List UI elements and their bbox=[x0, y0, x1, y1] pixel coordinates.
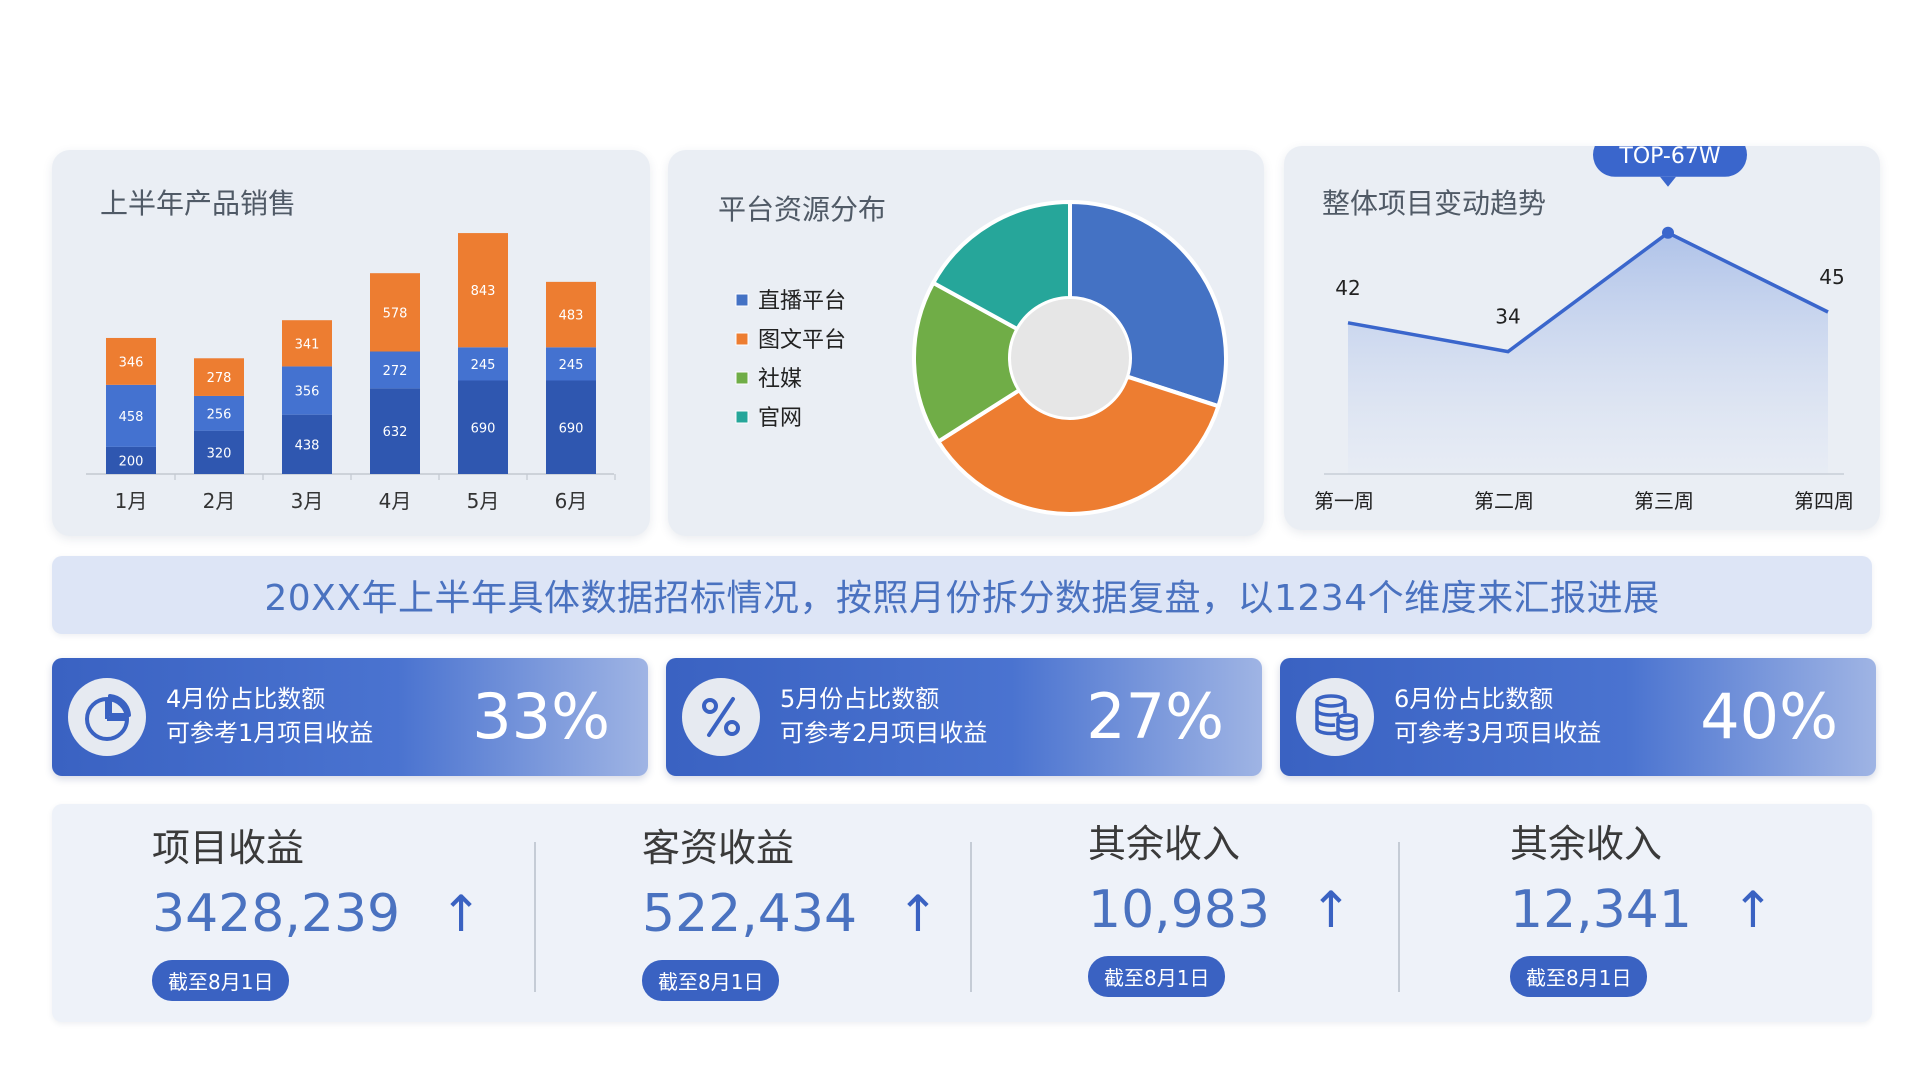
data-label: 34 bbox=[1495, 305, 1520, 329]
trend-card: 整体项目变动趋势 42 34 45 TOP-67W 第一周 第二周 第三周 第四周 bbox=[1284, 146, 1880, 530]
x-tick-label: 第一周 bbox=[1314, 489, 1374, 513]
bar-value-label: 578 bbox=[383, 306, 408, 321]
x-tick-label: 第三周 bbox=[1634, 489, 1694, 513]
x-tick-label: 5月 bbox=[467, 489, 500, 513]
kpi-percent: 27% bbox=[1086, 680, 1224, 753]
metric-label: 其余收入 bbox=[1088, 822, 1241, 866]
x-tick-label: 第二周 bbox=[1474, 489, 1534, 513]
date-badge: 截至8月1日 bbox=[1510, 956, 1648, 997]
legend-swatch bbox=[735, 293, 749, 307]
bar-value-label: 843 bbox=[471, 284, 496, 299]
summary-banner: 20XX年上半年具体数据招标情况，按照月份拆分数据复盘，以1234个维度来汇报进… bbox=[52, 556, 1872, 634]
kpi-line1: 5月份占比数额 bbox=[780, 685, 940, 713]
legend-label: 官网 bbox=[758, 406, 802, 431]
peak-point bbox=[1662, 226, 1674, 239]
x-tick-label: 4月 bbox=[379, 489, 412, 513]
pie-chart-icon bbox=[68, 678, 146, 756]
kpi-card-may: 5月份占比数额 可参考2月项目收益 27% bbox=[666, 658, 1262, 776]
trend-area-chart: 42 34 45 TOP-67W 第一周 第二周 第三周 第四周 bbox=[1314, 146, 1854, 513]
sales-card: 上半年产品销售 200 458 346 1月 320 256 278 2月 438 356 341 3… bbox=[52, 150, 650, 536]
summary-banner-text: 20XX年上半年具体数据招标情况，按照月份拆分数据复盘，以1234个维度来汇报进… bbox=[264, 578, 1660, 619]
bar-value-label: 483 bbox=[559, 309, 584, 324]
legend-label: 社媒 bbox=[758, 367, 802, 392]
legend-label: 图文平台 bbox=[758, 328, 846, 353]
legend-swatch bbox=[735, 371, 749, 385]
date-badge: 截至8月1日 bbox=[1088, 956, 1226, 997]
data-label: 42 bbox=[1335, 276, 1360, 300]
bar-value-label: 278 bbox=[207, 371, 232, 386]
arrow-up-icon: ↑ bbox=[440, 885, 483, 943]
area-fill bbox=[1348, 232, 1828, 474]
callout-label: TOP-67W bbox=[1618, 146, 1720, 169]
sales-bar-chart: 200 458 346 1月 320 256 278 2月 438 356 341 3月 632 272 5… bbox=[86, 233, 616, 513]
bar-value-label: 458 bbox=[119, 410, 144, 425]
bar-value-label: 200 bbox=[119, 454, 144, 469]
x-tick-label: 6月 bbox=[555, 489, 588, 513]
metric-label: 项目收益 bbox=[152, 826, 305, 870]
arrow-up-icon: ↑ bbox=[1731, 881, 1774, 939]
bar-value-label: 245 bbox=[471, 358, 496, 373]
database-icon bbox=[1296, 678, 1374, 756]
legend-swatch bbox=[735, 332, 749, 346]
kpi-percent: 40% bbox=[1700, 680, 1838, 753]
metric-label: 客资收益 bbox=[642, 826, 795, 870]
metric-value: 3428,239 bbox=[152, 884, 401, 944]
metric-value: 522,434 bbox=[642, 884, 858, 944]
bar-value-label: 341 bbox=[295, 337, 320, 352]
metric-client-revenue: 客资收益 522,434 ↑ 截至8月1日 bbox=[642, 826, 939, 1001]
x-tick-label: 3月 bbox=[291, 489, 324, 513]
metric-project-revenue: 项目收益 3428,239 ↑ 截至8月1日 bbox=[152, 826, 482, 1001]
divider bbox=[970, 842, 972, 992]
kpi-card-april: 4月份占比数额 可参考1月项目收益 33% bbox=[52, 658, 648, 776]
bar-value-label: 690 bbox=[471, 421, 496, 436]
divider bbox=[1398, 842, 1400, 992]
bar-value-label: 272 bbox=[383, 364, 408, 379]
metric-value: 12,341 bbox=[1510, 880, 1692, 940]
donut-hole bbox=[1011, 299, 1129, 417]
kpi-line2: 可参考1月项目收益 bbox=[166, 719, 374, 747]
bar-value-label: 245 bbox=[559, 358, 584, 373]
bar-value-label: 256 bbox=[207, 407, 232, 422]
bar-value-label: 438 bbox=[295, 438, 320, 453]
kpi-line1: 6月份占比数额 bbox=[1394, 685, 1554, 713]
metric-label: 其余收入 bbox=[1510, 822, 1663, 866]
metric-other-income-1: 其余收入 10,983 ↑ 截至8月1日 bbox=[1088, 822, 1352, 997]
x-tick-label: 1月 bbox=[115, 489, 148, 513]
arrow-up-icon: ↑ bbox=[897, 885, 939, 943]
date-badge: 截至8月1日 bbox=[642, 960, 780, 1001]
x-tick-label: 第四周 bbox=[1794, 489, 1854, 513]
bar-value-label: 690 bbox=[559, 421, 584, 436]
date-badge: 截至8月1日 bbox=[152, 960, 290, 1001]
metric-value: 10,983 bbox=[1088, 880, 1270, 940]
arrow-up-icon: ↑ bbox=[1309, 881, 1352, 939]
bar-value-label: 632 bbox=[383, 425, 408, 440]
data-label: 45 bbox=[1819, 265, 1844, 289]
percent-icon bbox=[682, 678, 760, 756]
bar-value-label: 320 bbox=[207, 446, 232, 461]
bar-value-label: 356 bbox=[295, 385, 320, 400]
kpi-line1: 4月份占比数额 bbox=[166, 685, 326, 713]
bar-value-label: 346 bbox=[119, 355, 144, 370]
platform-card: 平台资源分布 直播平台 图文平台 社媒 官网 bbox=[668, 150, 1264, 536]
kpi-line2: 可参考3月项目收益 bbox=[1394, 719, 1602, 747]
platform-donut-chart: 直播平台图文平台社媒官网 bbox=[735, 199, 1228, 516]
divider bbox=[534, 842, 536, 992]
legend-label: 直播平台 bbox=[758, 289, 846, 314]
metric-other-income-2: 其余收入 12,341 ↑ 截至8月1日 bbox=[1510, 822, 1774, 997]
kpi-percent: 33% bbox=[472, 680, 610, 753]
legend-swatch bbox=[735, 410, 749, 424]
x-tick-label: 2月 bbox=[203, 489, 236, 513]
callout-pointer bbox=[1660, 176, 1676, 187]
kpi-line2: 可参考2月项目收益 bbox=[780, 719, 988, 747]
metrics-panel: 项目收益 3428,239 ↑ 截至8月1日 客资收益 522,434 ↑ 截至… bbox=[52, 804, 1872, 1022]
kpi-card-june: 6月份占比数额 可参考3月项目收益 40% bbox=[1280, 658, 1876, 776]
